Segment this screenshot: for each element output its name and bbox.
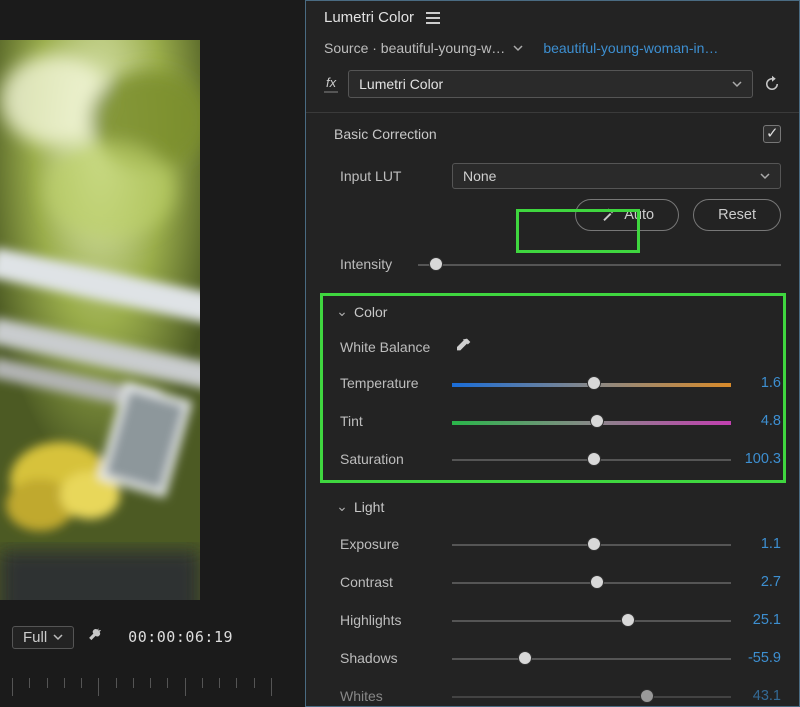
saturation-slider[interactable] <box>452 447 731 471</box>
timeline-ruler[interactable] <box>12 678 272 698</box>
wand-icon <box>600 207 616 223</box>
section-title[interactable]: Basic Correction <box>334 126 437 142</box>
contrast-label: Contrast <box>334 574 452 590</box>
tint-value[interactable]: 4.8 <box>731 413 781 429</box>
tint-slider[interactable] <box>452 409 731 433</box>
chevron-down-icon <box>732 79 742 89</box>
exposure-slider[interactable] <box>452 532 731 556</box>
temperature-label: Temperature <box>334 375 452 391</box>
intensity-label: Intensity <box>334 256 418 272</box>
effect-select[interactable]: Lumetri Color <box>348 70 753 98</box>
auto-label: Auto <box>624 207 654 223</box>
whites-value[interactable]: 43.1 <box>731 688 781 704</box>
saturation-value[interactable]: 100.3 <box>731 451 781 467</box>
highlights-slider[interactable] <box>452 608 731 632</box>
reset-button[interactable]: Reset <box>693 199 781 231</box>
intensity-slider[interactable] <box>418 252 781 276</box>
tint-label: Tint <box>334 413 452 429</box>
section-light: ⌄ Light Exposure 1.1 Contrast 2.7 Highli… <box>306 492 799 707</box>
light-title[interactable]: Light <box>354 499 384 515</box>
temperature-value[interactable]: 1.6 <box>731 375 781 391</box>
panel-title: Lumetri Color <box>324 9 414 26</box>
fx-badge[interactable]: fx <box>324 75 338 93</box>
disclosure-icon[interactable]: ⌄ <box>334 303 350 320</box>
temperature-slider[interactable] <box>452 371 731 395</box>
effect-name: Lumetri Color <box>359 76 443 92</box>
section-basic-correction: Basic Correction Input LUT None Auto Res… <box>306 112 799 297</box>
panel-menu-icon[interactable] <box>426 12 440 24</box>
exposure-value[interactable]: 1.1 <box>731 536 781 552</box>
input-lut-select[interactable]: None <box>452 163 781 189</box>
white-balance-label: White Balance <box>334 339 452 355</box>
program-monitor <box>0 40 200 600</box>
clip-link[interactable]: beautiful-young-woman-in… <box>543 40 718 56</box>
chevron-down-icon <box>53 632 63 642</box>
whites-label: Whites <box>334 688 452 704</box>
source-label: Source · beautiful-young-w… <box>324 40 505 56</box>
saturation-label: Saturation <box>334 451 452 467</box>
basic-correction-toggle[interactable] <box>763 125 781 143</box>
reset-label: Reset <box>718 207 756 223</box>
disclosure-icon[interactable]: ⌄ <box>334 498 350 515</box>
chevron-down-icon[interactable] <box>513 43 523 53</box>
color-title[interactable]: Color <box>354 304 387 320</box>
input-lut-value: None <box>463 168 496 184</box>
auto-button[interactable]: Auto <box>575 199 679 231</box>
chevron-down-icon <box>760 171 770 181</box>
whites-slider[interactable] <box>452 684 731 707</box>
timecode[interactable]: 00:00:06:19 <box>128 628 233 646</box>
playback-resolution-label: Full <box>23 629 47 646</box>
settings-wrench-icon[interactable] <box>88 626 106 648</box>
contrast-value[interactable]: 2.7 <box>731 574 781 590</box>
shadows-slider[interactable] <box>452 646 731 670</box>
lumetri-color-panel: Lumetri Color Source · beautiful-young-w… <box>305 0 800 707</box>
highlights-value[interactable]: 25.1 <box>731 612 781 628</box>
eyedropper-icon[interactable] <box>452 337 472 357</box>
section-color: ⌄ Color White Balance Temperature 1.6 Ti… <box>306 297 799 492</box>
highlights-label: Highlights <box>334 612 452 628</box>
contrast-slider[interactable] <box>452 570 731 594</box>
exposure-label: Exposure <box>334 536 452 552</box>
playback-resolution-select[interactable]: Full <box>12 626 74 649</box>
shadows-value[interactable]: -55.9 <box>731 650 781 666</box>
shadows-label: Shadows <box>334 650 452 666</box>
reset-effect-icon[interactable] <box>763 75 781 93</box>
input-lut-label: Input LUT <box>334 168 452 184</box>
